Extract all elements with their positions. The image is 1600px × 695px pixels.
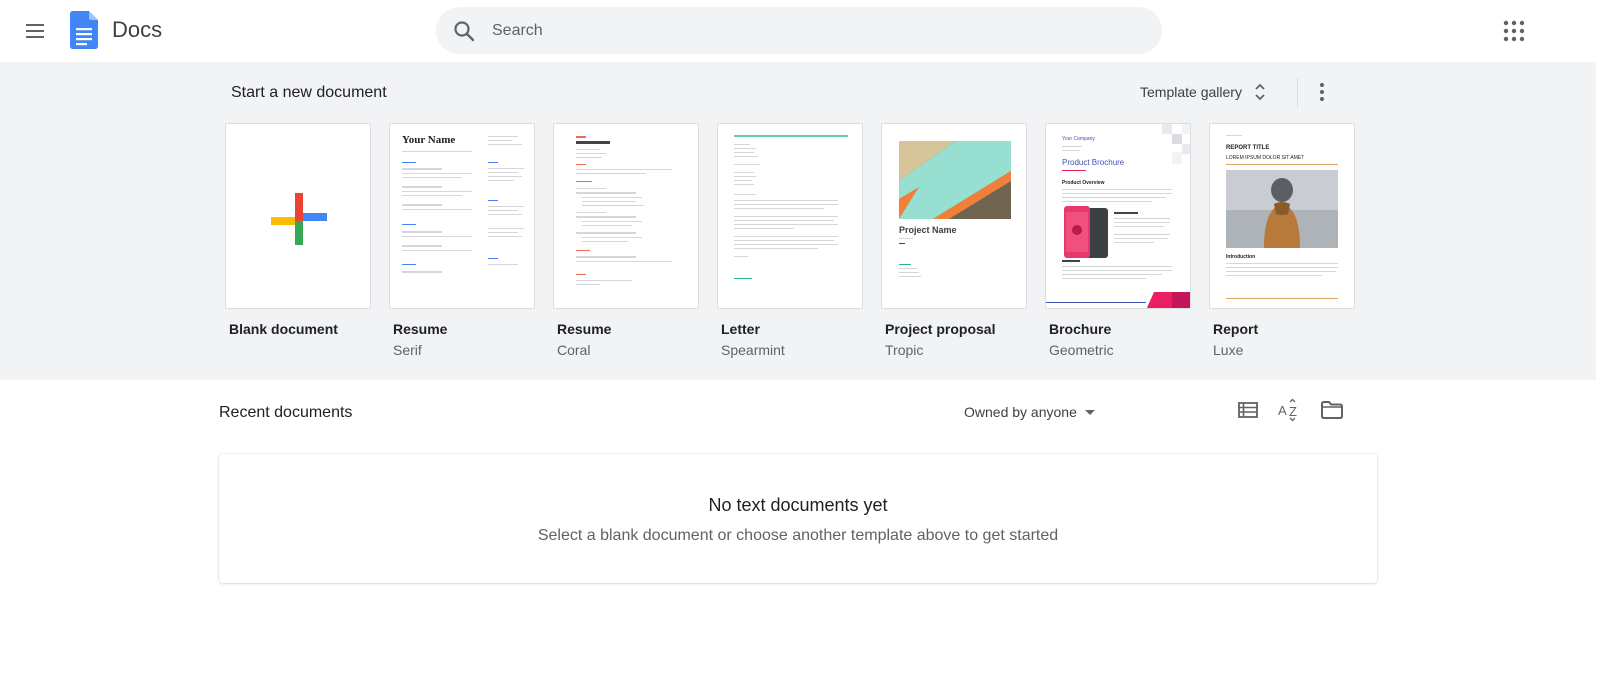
- template-resume-serif[interactable]: Your Name Resume Serif: [389, 123, 535, 358]
- thumb-heading: Your Name: [402, 134, 456, 146]
- template-name: Resume: [393, 321, 448, 337]
- folder-picker-icon[interactable]: [1319, 397, 1345, 423]
- template-letter-spearmint[interactable]: Letter Spearmint: [717, 123, 863, 358]
- template-thumbnail[interactable]: REPORT TITLE LOREM IPSUM DOLOR SIT AMET …: [1209, 123, 1355, 309]
- more-vert-icon-dot: [1320, 97, 1324, 101]
- thumb-subtitle: LOREM IPSUM DOLOR SIT AMET: [1226, 155, 1305, 161]
- template-resume-coral[interactable]: Resume Coral: [553, 123, 699, 358]
- empty-state-card: No text documents yet Select a blank doc…: [219, 454, 1377, 583]
- template-blank-document[interactable]: Blank document: [225, 123, 371, 342]
- search-icon[interactable]: [452, 19, 476, 43]
- template-section-title: Start a new document: [231, 84, 387, 101]
- list-view-icon[interactable]: [1235, 397, 1261, 423]
- template-subname: Tropic: [885, 342, 924, 358]
- geometric-footer-art: [1146, 292, 1190, 308]
- owner-filter-label: Owned by anyone: [964, 404, 1077, 420]
- tropic-cover-art: [899, 141, 1011, 219]
- template-thumbnail[interactable]: [717, 123, 863, 309]
- report-cover-photo: [1226, 170, 1338, 248]
- empty-state-subtitle: Select a blank document or choose anothe…: [537, 527, 1059, 544]
- template-brochure-geometric[interactable]: Your Company Product Brochure Product Ov…: [1045, 123, 1191, 358]
- main-menu-button[interactable]: [22, 17, 50, 45]
- template-name: Project proposal: [885, 321, 996, 337]
- template-project-proposal-tropic[interactable]: Project Name Project proposal Tropic: [881, 123, 1027, 358]
- menu-icon-bar: [26, 36, 44, 38]
- menu-icon-bar: [26, 24, 44, 26]
- search-input[interactable]: [492, 7, 1132, 54]
- thumb-title: REPORT TITLE: [1226, 145, 1270, 151]
- template-name: Resume: [557, 321, 612, 337]
- template-thumbnail[interactable]: [553, 123, 699, 309]
- template-gallery-button[interactable]: Template gallery: [1134, 76, 1272, 108]
- template-thumbnail[interactable]: [225, 123, 371, 309]
- sort-az-icon[interactable]: A Z: [1277, 397, 1303, 423]
- template-subname: Serif: [393, 342, 422, 358]
- template-gallery-label: Template gallery: [1140, 84, 1242, 100]
- thumb-subheading: Product Overview: [1062, 180, 1105, 186]
- app-title[interactable]: Docs: [112, 17, 162, 43]
- thumb-section: Introduction: [1226, 254, 1256, 260]
- template-subname: Luxe: [1213, 342, 1244, 358]
- recent-documents-title: Recent documents: [219, 404, 353, 421]
- template-subname: Spearmint: [721, 342, 785, 358]
- owner-filter-dropdown[interactable]: Owned by anyone: [964, 400, 1095, 424]
- dropdown-caret-icon: [1084, 409, 1095, 415]
- menu-icon-bar: [26, 30, 44, 32]
- thumb-heading: Product Brochure: [1062, 158, 1125, 167]
- template-section: Start a new document Template gallery Bl…: [0, 62, 1596, 380]
- google-apps-icon[interactable]: [1502, 19, 1526, 43]
- template-name: Brochure: [1049, 321, 1112, 337]
- geometric-corner-art: [1162, 124, 1190, 164]
- template-name: Letter: [721, 321, 760, 337]
- thumb-company: Your Company: [1062, 136, 1095, 142]
- search-bar[interactable]: [436, 7, 1162, 54]
- svg-text:Z: Z: [1289, 404, 1297, 419]
- template-thumbnail[interactable]: Your Company Product Brochure Product Ov…: [1045, 123, 1191, 309]
- template-report-luxe[interactable]: REPORT TITLE LOREM IPSUM DOLOR SIT AMET …: [1209, 123, 1355, 358]
- template-name: Report: [1213, 321, 1259, 337]
- more-vert-icon-dot: [1320, 83, 1324, 87]
- empty-state-title: No text documents yet: [708, 495, 888, 515]
- thumb-heading: Project Name: [899, 225, 957, 235]
- template-subname: Coral: [557, 342, 591, 358]
- template-thumbnail[interactable]: Your Name: [389, 123, 535, 309]
- template-thumbnail[interactable]: Project Name: [881, 123, 1027, 309]
- phone-image-icon: [1064, 206, 1108, 258]
- more-vert-icon-dot: [1320, 90, 1324, 94]
- template-subname: Geometric: [1049, 342, 1114, 358]
- toolbar-divider: [1297, 78, 1298, 108]
- docs-logo-icon[interactable]: [70, 11, 98, 49]
- svg-text:A: A: [1278, 403, 1287, 418]
- google-plus-icon: [271, 193, 327, 245]
- more-options-button[interactable]: [1310, 76, 1334, 108]
- app-header: Docs: [0, 0, 1600, 62]
- unfold-icon: [1255, 83, 1265, 101]
- template-name: Blank document: [229, 321, 338, 337]
